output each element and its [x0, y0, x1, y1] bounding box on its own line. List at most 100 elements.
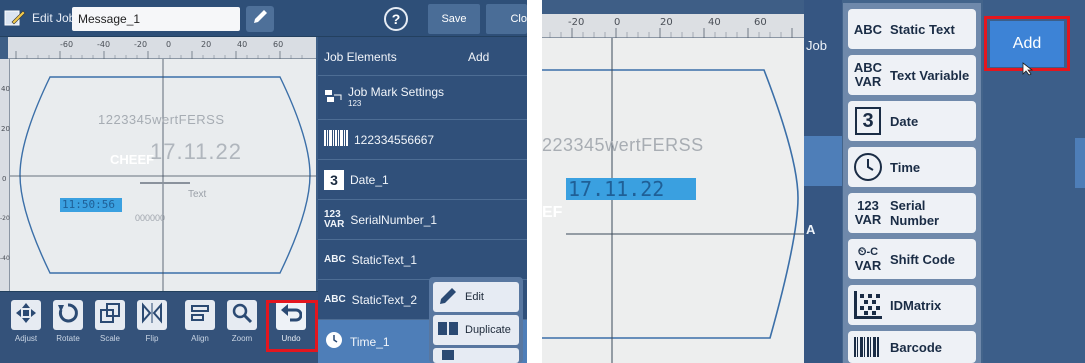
- serial-var-icon: 123 VAR: [852, 197, 884, 229]
- duplicate-button[interactable]: Duplicate: [433, 315, 519, 345]
- save-button[interactable]: Save: [428, 4, 480, 34]
- zoom-button[interactable]: Zoom: [222, 300, 262, 352]
- selected-row-fragment: [804, 136, 842, 186]
- menu-item-label: Text Variable: [890, 67, 970, 83]
- ruler-tick: -20: [134, 40, 148, 49]
- clock-icon: [852, 151, 884, 183]
- serial-number-icon: 123 VAR: [324, 209, 344, 230]
- label-canvas[interactable]: 223345wertFERSS 17.11.22 EF: [542, 38, 804, 363]
- ruler-tick: -20: [0, 215, 10, 222]
- trash-icon: [437, 348, 459, 363]
- serial-element[interactable]: 000000: [135, 213, 165, 223]
- shift-code-icon: ⏲-C VAR: [852, 243, 884, 275]
- left-screenshot: Edit Job Message_1 ? Save Clo -60 -40 -2…: [0, 0, 527, 363]
- top-edge: [542, 0, 804, 14]
- list-item-barcode[interactable]: 122334556667: [318, 119, 527, 159]
- scale-button[interactable]: Scale: [90, 300, 130, 352]
- move-arrows-icon: [15, 302, 37, 329]
- time-element[interactable]: 11:50:56: [60, 198, 122, 212]
- print-area-outline: [10, 59, 316, 291]
- job-name-field[interactable]: Message_1: [72, 7, 240, 31]
- menu-item-text-variable[interactable]: ABC VAR Text Variable: [848, 55, 976, 95]
- ruler-tick: 40: [237, 40, 248, 49]
- duplicate-icon: [437, 320, 459, 341]
- right-screenshot: -20 0 20 40 60 223345wertFERSS 17.11.22 …: [542, 0, 1085, 363]
- ruler-tick: 0: [2, 175, 7, 183]
- menu-item-static-text[interactable]: ABC Static Text: [848, 9, 976, 49]
- pencil-icon: [437, 286, 459, 309]
- vertical-ruler: 40 20 0 -20 -40: [0, 59, 10, 291]
- ruler-tick: 60: [273, 40, 284, 49]
- align-icon: [189, 302, 211, 329]
- menu-item-idmatrix[interactable]: IDMatrix: [848, 285, 976, 325]
- flip-button[interactable]: Flip: [132, 300, 172, 352]
- date-icon: 3: [324, 169, 344, 190]
- abc-icon: ABC: [853, 21, 883, 37]
- menu-item-label: Serial Number: [890, 198, 940, 228]
- list-item-sub: 123: [348, 98, 362, 108]
- add-button[interactable]: Add: [468, 50, 489, 64]
- panel-title-fragment: Job: [806, 38, 827, 53]
- menu-item-label: Time: [890, 159, 921, 175]
- text-line-element[interactable]: 223345wertFERSS: [542, 135, 704, 156]
- rename-button[interactable]: [246, 6, 274, 32]
- menu-item-label: Date: [890, 113, 919, 129]
- tool-label: Zoom: [231, 334, 253, 343]
- menu-item-date[interactable]: 3 Date: [848, 101, 976, 141]
- help-button[interactable]: ?: [384, 7, 408, 31]
- align-button[interactable]: Align: [180, 300, 220, 352]
- panel-header: Job Elements Add: [318, 37, 527, 75]
- menu-item-shift-code[interactable]: ⏲-C VAR Shift Code: [848, 239, 976, 279]
- duplicate-label: Duplicate: [465, 324, 511, 336]
- icon-glyph: 3: [855, 107, 881, 135]
- text-line-element[interactable]: 1223345wertFERSS: [98, 112, 225, 127]
- list-item-label: Time_1: [350, 334, 390, 349]
- ruler-tick: -40: [97, 40, 111, 49]
- rotate-icon: [57, 302, 79, 329]
- list-item-label: Date_1: [350, 172, 389, 187]
- horizontal-ruler: -60 -40 -20 0 20 40 60: [8, 37, 316, 59]
- tool-label: Scale: [99, 334, 120, 343]
- list-item-label: SerialNumber_1: [350, 212, 438, 227]
- ruler-tick: -60: [60, 40, 74, 49]
- horizontal-ruler: -20 0 20 40 60: [542, 14, 804, 38]
- tool-label: Flip: [145, 334, 159, 343]
- title-label: Edit Job: [32, 11, 76, 25]
- menu-item-label: Shift Code: [890, 251, 955, 267]
- ruler-tick: 40: [708, 17, 721, 28]
- ruler-tick: -40: [0, 255, 10, 262]
- tool-label: Adjust: [14, 334, 38, 343]
- list-item-static-1[interactable]: ABC StaticText_1: [318, 239, 527, 279]
- list-item-date[interactable]: 3 Date_1: [318, 159, 527, 199]
- job-panel-fragment: Job A: [804, 0, 842, 363]
- ruler-tick: 40: [1, 85, 10, 93]
- ruler-tick: 20: [1, 125, 10, 133]
- menu-item-label: Static Text: [890, 21, 955, 37]
- ruler-tick: -20: [568, 17, 585, 28]
- magnifier-icon: [231, 302, 253, 329]
- label-canvas[interactable]: 1223345wertFERSS 17.11.22 CHEEF Text 11:…: [10, 59, 316, 291]
- context-popup: Edit Duplicate: [429, 277, 523, 363]
- icon-glyph: VAR: [854, 258, 882, 273]
- menu-item-barcode[interactable]: Barcode: [848, 331, 976, 363]
- flip-icon: [141, 301, 163, 329]
- item-label-fragment: A: [806, 222, 816, 237]
- static-text-element[interactable]: Text: [188, 189, 206, 200]
- date-element[interactable]: 17.11.22: [150, 139, 242, 165]
- menu-item-time[interactable]: Time: [848, 147, 976, 187]
- abc-var-icon: ABC VAR: [852, 59, 884, 91]
- edit-button[interactable]: Edit: [433, 282, 519, 312]
- delete-button[interactable]: [433, 348, 519, 363]
- tool-label: Align: [191, 334, 209, 343]
- close-button[interactable]: Clo: [486, 4, 527, 34]
- date-element[interactable]: 17.11.22: [566, 178, 696, 200]
- list-item-label: Job Mark Settings: [348, 84, 445, 99]
- list-item-job-mark[interactable]: Job Mark Settings 123: [318, 75, 527, 119]
- menu-item-serial-number[interactable]: 123 VAR Serial Number: [848, 193, 976, 233]
- mouse-cursor-icon: [1022, 62, 1034, 81]
- ruler-tick: 0: [614, 17, 621, 28]
- list-item-serial[interactable]: 123 VAR SerialNumber_1: [318, 199, 527, 239]
- icon-glyph: VAR: [854, 74, 882, 89]
- adjust-button[interactable]: Adjust: [6, 300, 46, 352]
- rotate-button[interactable]: Rotate: [48, 300, 88, 352]
